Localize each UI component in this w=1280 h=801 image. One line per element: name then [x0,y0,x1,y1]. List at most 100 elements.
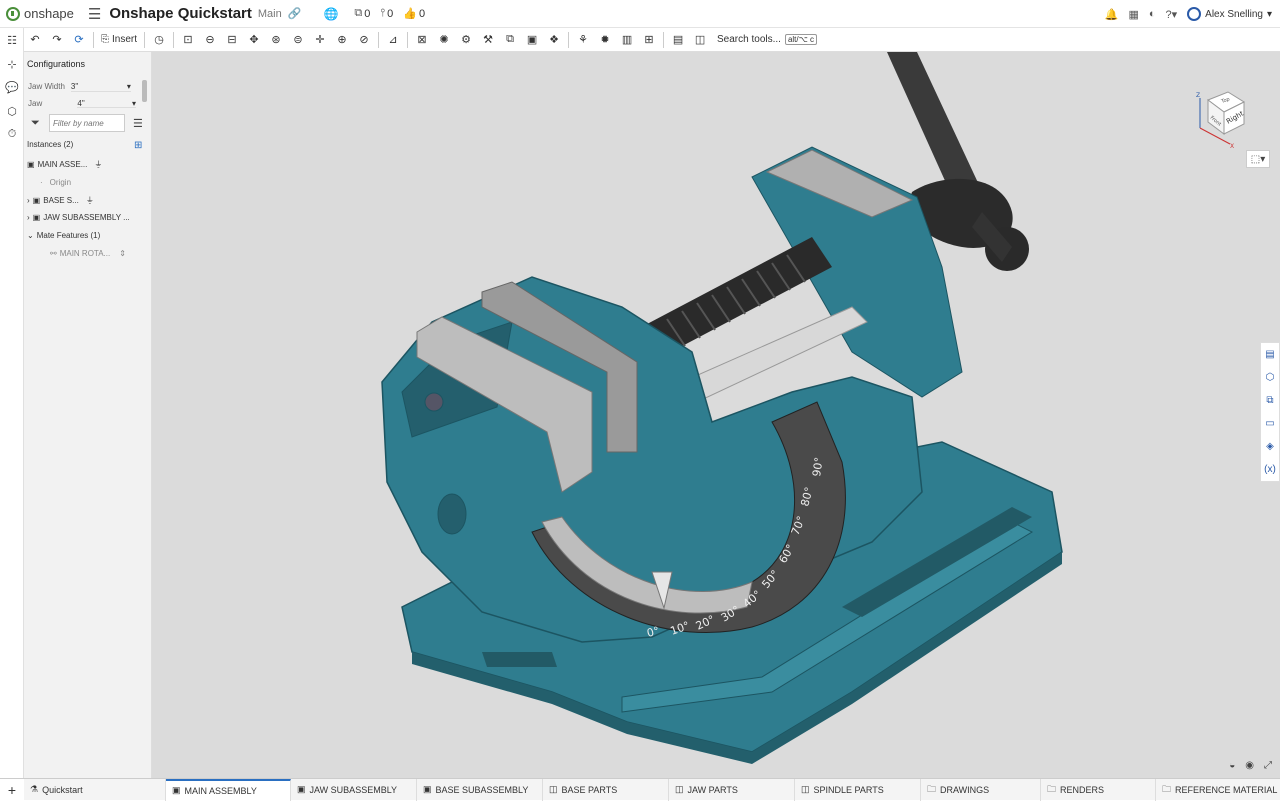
apps-icon[interactable]: ▦ [1128,8,1138,21]
tab-base-parts[interactable]: ◫ BASE PARTS [543,778,669,801]
insert-button[interactable]: ⎘ Insert [97,34,141,45]
section-view-icon[interactable]: ▥ [616,30,638,50]
config-select[interactable]: 4" ▾ [77,99,136,108]
tangent-mate-icon[interactable]: ⊘ [353,30,375,50]
gear-relation-icon[interactable]: ⚙ [455,30,477,50]
undo-icon[interactable]: ↶ [24,30,46,50]
top-bar: onshape ☰ Onshape Quickstart Main 🔗 🌐 ⧉ 0… [0,0,1280,28]
fit-view-icon[interactable]: ⤢ [1264,760,1272,771]
help-icon[interactable]: ?▾ [1166,8,1178,21]
tab-label: REFERENCE MATERIAL [1175,784,1278,795]
fastened-mate-icon[interactable]: ⊡ [177,30,199,50]
branch-name[interactable]: Main [258,8,282,20]
revolute-mate-icon[interactable]: ⊖ [199,30,221,50]
link-icon[interactable]: 🔗 [288,7,302,20]
parallel-mate-icon[interactable]: ⊕ [331,30,353,50]
replicate-icon[interactable]: ❖ [543,30,565,50]
tree-item[interactable]: ⌄ Mate Features (1) [27,231,100,240]
tab-drawings[interactable]: 🗀 DRAWINGS [921,778,1041,801]
tab-quickstart[interactable]: ⚗ Quickstart [24,778,166,801]
search-tools[interactable]: Search tools... alt/⌥ c [717,34,818,45]
tab-spindle-parts[interactable]: ◫ SPINDLE PARTS [795,778,921,801]
bom-panel-icon[interactable]: ▭ [1261,412,1279,435]
config-select[interactable]: 3" ▾ [70,82,131,92]
new-folder-icon[interactable]: ⊞ [134,140,142,151]
config-row[interactable]: Jaw Width 3" ▾ [28,82,136,92]
tree-item[interactable]: › ▣ BASE S... ⏚ [27,195,94,206]
animate-icon[interactable]: ⚘ [572,30,594,50]
feature-list-icon[interactable]: ☷ [5,34,19,48]
timer-icon[interactable]: ◷ [148,30,170,50]
cylindrical-mate-icon[interactable]: ⊛ [265,30,287,50]
pin-slot-mate-icon[interactable]: ⊜ [287,30,309,50]
planar-mate-icon[interactable]: ✥ [243,30,265,50]
filter-input[interactable] [49,114,125,132]
list-view-icon[interactable]: ☰ [133,117,143,130]
tree-item[interactable]: › ▣ JAW SUBASSEMBLY ... [27,213,130,222]
render-mode-icon[interactable]: ◉ [1245,760,1254,771]
properties-icon[interactable]: ▤ [1261,343,1279,366]
vise-model[interactable]: 0° 10° 20° 30° 40° 50° 60° 70° 80° 90° [152,52,1280,778]
view-mode-icon[interactable]: ⬚▾ [1246,150,1270,168]
mate-connector-icon[interactable]: ⊿ [382,30,404,50]
tree-item[interactable]: ▣ MAIN ASSE... ⏚ [27,159,102,170]
globe-icon[interactable]: 🌐 [323,7,338,21]
toolbar-divider [663,31,665,48]
document-title[interactable]: Onshape Quickstart [109,5,252,22]
update-icon[interactable]: ⟳ [68,30,90,50]
explode-icon[interactable]: ✺ [433,30,455,50]
comments-icon[interactable]: 💬 [5,81,19,95]
simulation-icon[interactable]: ✹ [594,30,616,50]
brand-name: onshape [24,6,74,21]
toolbar-divider [378,31,380,48]
bom-icon[interactable]: ▤ [667,30,689,50]
instances-label: Instances (2) [27,140,74,149]
insert-icon: ⎘ [101,34,109,45]
variables-icon[interactable]: (x) [1261,458,1279,481]
history-icon[interactable]: ⏱ [5,128,19,142]
search-tools-label: Search tools... [717,34,781,45]
graphics-viewport[interactable]: 0° 10° 20° 30° 40° 50° 60° 70° 80° 90° T… [152,52,1280,778]
user-menu[interactable]: Alex Snelling ▾ [1187,7,1272,21]
view-cube[interactable]: Top Front Right Z X [1190,88,1250,150]
assembly-tab-icon: ▣ [423,784,432,794]
config-row[interactable]: Jaw Openi... 4" ▾ [28,99,136,108]
learning-icon[interactable]: ◐ [1149,8,1156,20]
part-studio-icon: ◫ [675,784,684,794]
add-tab-button[interactable]: + [0,778,24,800]
parts-icon[interactable]: ⬡ [5,105,19,119]
rack-pinion-icon[interactable]: ⚒ [477,30,499,50]
section-view-toggle-icon[interactable]: ◒ [1229,760,1235,771]
bolt-hole [424,392,444,412]
tab-main-assembly[interactable]: ▣ MAIN ASSEMBLY [166,778,291,801]
tab-jaw-parts[interactable]: ◫ JAW PARTS [669,778,795,801]
versions-button[interactable]: ⫯ 0 [380,7,393,20]
mass-properties-icon[interactable]: ⧉ [1261,389,1279,412]
filter-icon[interactable]: ⏷ [31,117,40,130]
linear-relation-icon[interactable]: ▣ [521,30,543,50]
appearance-icon[interactable]: ⬡ [1261,366,1279,389]
likes-button[interactable]: 👍 0 [403,7,425,21]
insert-mate-icon[interactable]: ⊹ [5,58,19,72]
chevron-down-icon: ▾ [126,82,131,91]
redo-icon[interactable]: ↷ [46,30,68,50]
notifications-icon[interactable]: 🔔 [1105,8,1119,21]
tab-renders[interactable]: 🗀 RENDERS [1041,778,1156,801]
tree-item[interactable]: ⚯ MAIN ROTA... ⇕ [50,249,126,258]
slider-mate-icon[interactable]: ⊟ [221,30,243,50]
configuration-panel-icon[interactable]: ◈ [1261,435,1279,458]
tab-jaw-subassembly[interactable]: ▣ JAW SUBASSEMBLY [291,778,417,801]
hamburger-menu-icon[interactable]: ☰ [88,5,101,23]
tab-base-subassembly[interactable]: ▣ BASE SUBASSEMBLY [417,778,543,801]
tree-item[interactable]: · Origin [40,178,71,187]
named-views-icon[interactable]: ◫ [689,30,711,50]
config-scrollbar[interactable] [142,80,147,102]
measure-icon[interactable]: ⊞ [638,30,660,50]
toolbar-divider [568,31,570,48]
screw-relation-icon[interactable]: ⧉ [499,30,521,50]
onshape-logo[interactable]: onshape [6,6,74,21]
copies-button[interactable]: ⧉ 0 [354,7,370,20]
tab-reference-material[interactable]: 🗀 REFERENCE MATERIAL [1156,779,1277,801]
ball-mate-icon[interactable]: ✛ [309,30,331,50]
group-icon[interactable]: ⊠ [411,30,433,50]
